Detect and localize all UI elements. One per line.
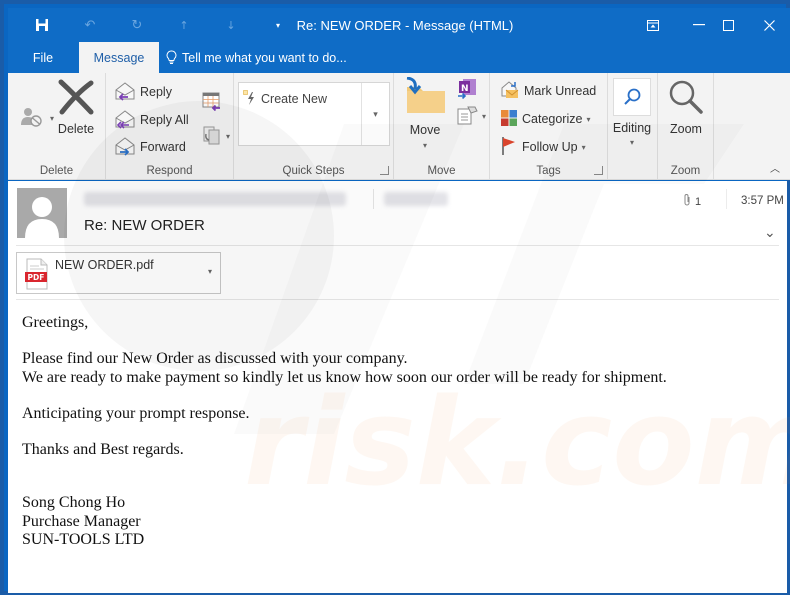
attachment-name: NEW ORDER.pdf (55, 258, 154, 272)
window-title: Re: NEW ORDER - Message (HTML) (296, 18, 514, 33)
onenote-icon: N (456, 77, 478, 102)
delete-group: ▾ Delete Delete (8, 73, 106, 180)
reading-pane: Re: NEW ORDER 1 3:57 PM ⌄ PDF NEW ORDER.… (8, 181, 787, 593)
delete-x-icon (57, 79, 95, 118)
actions-button[interactable]: ▾ (456, 105, 486, 127)
delete-button[interactable]: Delete (54, 79, 98, 136)
svg-text:N: N (461, 84, 469, 94)
signature-company: SUN-TOOLS LTD (22, 531, 145, 548)
more-respond-icon (202, 125, 222, 148)
create-new-quick-step[interactable]: Create New (243, 88, 327, 110)
expand-header-icon[interactable]: ⌄ (764, 225, 776, 241)
svg-text:PDF: PDF (28, 273, 45, 282)
tab-message[interactable]: Message (79, 42, 159, 73)
reply-all-icon (114, 109, 136, 132)
body-greeting: Greetings, (22, 314, 89, 331)
categorize-button[interactable]: Categorize ▾ (500, 108, 590, 130)
minimize-icon[interactable] (684, 14, 714, 36)
ignore-button[interactable]: ▾ (20, 107, 54, 129)
pdf-file-icon: PDF (25, 258, 49, 294)
delete-group-label: Delete (39, 165, 74, 177)
respond-group: Reply Reply All Forward ▾ Respond (106, 73, 234, 180)
close-icon[interactable] (754, 14, 784, 36)
reply-icon (114, 81, 136, 104)
received-time: 3:57 PM (741, 195, 784, 207)
quick-steps-more-button[interactable]: ▾ (361, 83, 389, 145)
tab-file[interactable]: File (22, 42, 64, 73)
zoom-group-label: Zoom (670, 165, 701, 177)
tags-launcher-icon[interactable] (594, 166, 603, 175)
body-line: Anticipating your prompt response. (22, 404, 250, 422)
time-divider (726, 189, 727, 209)
message-body: Greetings, Please find our New Order as … (22, 314, 667, 550)
tell-me-search[interactable]: Tell me what you want to do... (166, 42, 406, 73)
body-line: We are ready to make payment so kindly l… (22, 368, 667, 386)
move-folder-icon (403, 76, 447, 118)
forward-icon (114, 136, 136, 159)
quick-steps-group: Create New ▾ Quick Steps (234, 73, 394, 180)
quick-steps-gallery: Create New ▾ (238, 82, 390, 146)
onenote-button[interactable]: N (456, 78, 478, 100)
title-bar: ↶ ↻ ↑ ↓ ▾ Re: NEW ORDER - Message (HTML) (8, 8, 790, 42)
reply-button[interactable]: Reply (114, 81, 172, 103)
reply-all-button[interactable]: Reply All (114, 109, 189, 131)
mark-unread-icon (500, 80, 520, 103)
collapse-ribbon-icon[interactable]: ︿ (770, 160, 780, 175)
move-group: Move ▾ N ▾ Move (394, 73, 490, 180)
sender-address-redacted (84, 192, 346, 206)
tags-group: Mark Unread Categorize ▾ Follow Up ▾ Tag… (490, 73, 608, 180)
forward-button[interactable]: Forward (114, 136, 186, 158)
ribbon-tabs: File Message Tell me what you want to do… (8, 42, 790, 73)
meeting-icon (202, 91, 222, 114)
sender-avatar (17, 188, 67, 238)
ribbon-display-options-icon[interactable] (638, 14, 668, 36)
paperclip-icon (683, 193, 691, 210)
message-subject: Re: NEW ORDER (84, 217, 205, 234)
attachment-count: 1 (683, 193, 701, 210)
outlook-message-window: ↶ ↻ ↑ ↓ ▾ Re: NEW ORDER - Message (HTML)… (0, 0, 790, 595)
attachment-item[interactable]: PDF NEW ORDER.pdf ▾ (16, 252, 221, 294)
body-line: Thanks and Best regards. (22, 440, 184, 458)
editing-group: Editing ▾ (608, 73, 658, 180)
signature-title: Purchase Manager (22, 512, 141, 530)
tell-me-placeholder: Tell me what you want to do... (182, 50, 347, 65)
more-respond-button[interactable]: ▾ (202, 125, 230, 147)
attachment-separator (16, 299, 779, 300)
create-new-icon (243, 89, 257, 109)
editing-search-icon (613, 78, 651, 116)
mark-unread-button[interactable]: Mark Unread (500, 80, 596, 102)
follow-up-button[interactable]: Follow Up ▾ (500, 136, 586, 158)
categorize-icon (500, 109, 518, 130)
meeting-button[interactable] (202, 91, 222, 113)
move-group-label: Move (427, 165, 456, 177)
recipient-redacted (384, 192, 448, 206)
respond-group-label: Respond (146, 165, 193, 177)
maximize-icon[interactable] (713, 14, 743, 36)
attachment-menu-icon[interactable]: ▾ (208, 267, 212, 276)
zoom-group: Zoom Zoom (658, 73, 714, 180)
flag-icon (500, 136, 518, 159)
actions-icon (456, 105, 478, 128)
lightbulb-icon (166, 50, 177, 65)
ignore-icon (20, 106, 46, 131)
ribbon: ▾ Delete Delete Reply Reply All Forward … (8, 73, 790, 180)
tags-group-label: Tags (536, 165, 561, 177)
move-button[interactable]: Move ▾ (400, 76, 450, 150)
body-line: Please find our New Order as discussed w… (22, 350, 408, 367)
signature-name: Song Chong Ho (22, 494, 126, 511)
zoom-button[interactable]: Zoom (663, 78, 709, 136)
header-divider (373, 189, 374, 209)
quick-steps-group-label: Quick Steps (282, 165, 345, 177)
quick-steps-launcher-icon[interactable] (380, 166, 389, 175)
editing-button[interactable]: Editing ▾ (611, 78, 653, 147)
zoom-magnifier-icon (667, 78, 705, 119)
header-separator (16, 245, 779, 246)
